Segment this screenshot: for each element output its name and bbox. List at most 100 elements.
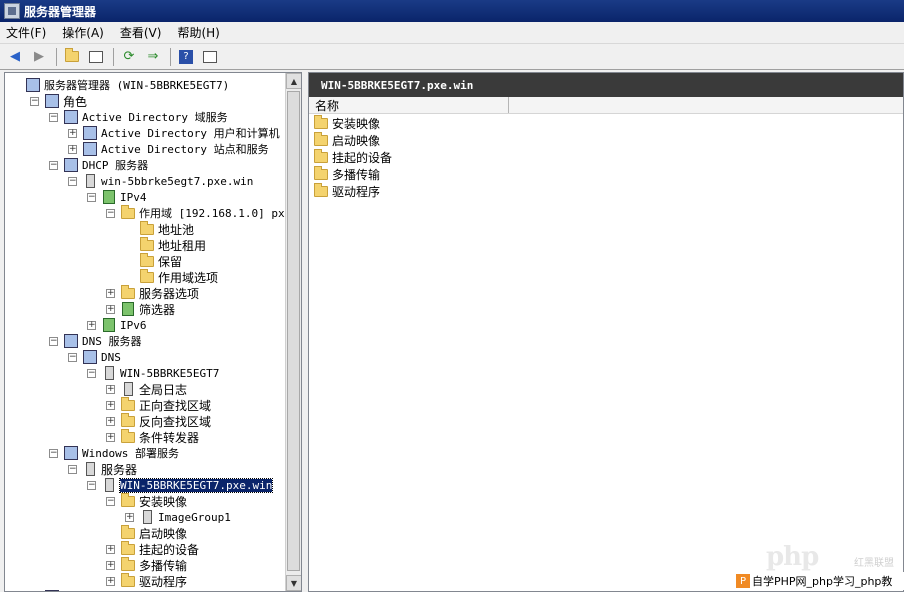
php-logo-icon: P [736,574,750,588]
collapse-icon[interactable]: − [87,368,96,378]
menu-file[interactable]: 文件(F) [6,24,46,41]
expand-icon[interactable]: + [106,384,115,394]
tree-node[interactable]: 地址租用 [125,236,206,253]
collapse-icon[interactable]: − [30,96,39,106]
tree-node[interactable]: 启动映像 [106,524,187,541]
menu-help[interactable]: 帮助(H) [177,24,219,41]
list-item[interactable]: 挂起的设备 [313,149,903,166]
list-item[interactable]: 安装映像 [313,115,903,132]
collapse-icon[interactable]: − [49,112,58,122]
tree-node[interactable]: + 全局日志 [106,381,187,397]
menu-view[interactable]: 查看(V) [120,24,162,41]
collapse-icon[interactable]: − [87,480,96,490]
refresh-button[interactable]: ⟳ [118,47,140,67]
help-button[interactable]: ? [175,47,197,67]
tree-node[interactable]: − IPv4 [87,189,147,205]
window-title: 服务器管理器 [24,4,97,19]
expand-icon[interactable]: + [106,432,115,442]
tree-node[interactable]: − DNS 服务器 [49,333,142,349]
tree-node-label: 作用域 [192.168.1.0] pxe.wi [139,207,302,220]
forward-button[interactable]: ▶ [28,47,50,67]
tree-node[interactable]: + 筛选器 [106,301,175,317]
tree-node[interactable]: + 反向查找区域 [106,412,212,429]
collapse-icon[interactable]: − [68,464,77,474]
expand-icon[interactable]: + [106,400,115,410]
up-level-button[interactable] [61,47,83,67]
collapse-icon[interactable]: − [68,352,77,362]
tree-node[interactable]: + IPv6 [87,317,147,333]
collapse-icon[interactable]: − [49,336,58,346]
scroll-up-arrow[interactable]: ▲ [286,73,301,89]
tree-node[interactable]: + ImageGroup1 [125,509,231,525]
tree-node[interactable]: 地址池 [125,220,194,237]
address-pool-icon [139,220,155,237]
tree-node[interactable]: + 正向查找区域 [106,396,211,413]
tree-node[interactable]: − WIN-5BBRKE5EGT7.pxe.win [87,477,274,493]
tree-node[interactable]: 服务器管理器 (WIN-5BBRKE5EGT7) [11,77,229,93]
collapse-icon[interactable]: − [68,176,77,186]
expand-icon[interactable]: + [106,304,115,314]
tree-node[interactable]: + 服务器选项 [106,284,199,301]
tree-node-label: 驱动程序 [139,574,188,589]
watermark-bar-text: 自学PHP网_php学习_php教 [752,575,893,588]
ipv6-icon [101,317,117,333]
console-tree[interactable]: 服务器管理器 (WIN-5BBRKE5EGT7) − 角色 − Active Direc… [4,72,302,592]
tree-node[interactable]: − 角色 [30,93,87,109]
collapse-icon[interactable]: − [49,448,58,458]
tree-node[interactable]: − WIN-5BBRKE5EGT7 [87,365,219,381]
tree-node[interactable]: − DNS [68,349,121,365]
collapse-icon[interactable]: − [106,208,115,218]
expand-icon[interactable]: + [87,320,96,330]
list-item[interactable]: 驱动程序 [313,183,903,200]
tree-node[interactable]: + Active Directory 站点和服务 [68,141,269,157]
expand-icon[interactable]: + [106,576,115,586]
collapse-icon[interactable]: − [49,160,58,170]
pending-devices-icon [120,540,136,557]
expand-icon[interactable]: + [68,144,77,154]
folder-icon [120,396,136,413]
expand-icon[interactable]: + [106,544,115,554]
tree-node[interactable]: − 安装映像 [106,492,187,509]
tree-node[interactable]: + 驱动程序 [106,572,188,589]
scroll-thumb[interactable] [287,91,300,571]
collapse-icon[interactable]: − [87,192,96,202]
expand-icon[interactable]: + [106,560,115,570]
server-icon [101,477,117,493]
scroll-down-arrow[interactable]: ▼ [286,575,301,591]
back-button[interactable]: ◀ [4,47,26,67]
tree-node[interactable]: − 服务器 [68,461,137,477]
show-hide-tree-button[interactable] [85,47,107,67]
tree-node[interactable]: 保留 [125,252,182,269]
collapse-icon[interactable]: − [106,496,115,506]
expand-icon[interactable]: + [125,512,134,522]
expand-icon[interactable]: + [106,416,115,426]
list-item-label: 挂起的设备 [332,151,393,165]
tree-node-label: 服务器管理器 (WIN-5BBRKE5EGT7) [44,79,230,92]
tree-node[interactable]: − Windows 部署服务 [49,445,179,461]
tree-scrollbar[interactable]: ▲ ▼ [285,73,301,591]
tree-node[interactable]: 作用域选项 [125,268,218,285]
expand-icon[interactable]: + [106,288,115,298]
tree-node[interactable]: − Active Directory 域服务 [49,109,228,125]
tree-node-label: 反向查找区域 [139,414,212,429]
list-item[interactable]: 启动映像 [313,132,903,149]
folder-icon [313,149,329,166]
expand-icon[interactable]: + [68,128,77,138]
tree-node[interactable]: − win-5bbrke5egt7.pxe.win [68,173,253,189]
folder-icon [120,284,136,301]
tree-node[interactable]: + 条件转发器 [106,428,199,445]
export-list-button[interactable]: ⇒ [142,47,164,67]
tree-node[interactable]: + Active Directory 用户和计算机 [68,125,280,141]
tree-node[interactable]: + 挂起的设备 [106,540,199,557]
tree-node-label: 服务器 [101,462,138,477]
action-pane-button[interactable] [199,47,221,67]
server-icon [82,173,98,189]
tree-node[interactable]: − DHCP 服务器 [49,157,148,173]
menu-action[interactable]: 操作(A) [62,24,104,41]
list-item[interactable]: 多播传输 [313,166,903,183]
column-name-header[interactable]: 名称 [309,97,509,113]
tree-node-label: Windows 部署服务 [82,447,179,460]
tree-node[interactable]: + 多播传输 [106,556,187,573]
tree-node[interactable]: − 作用域 [192.168.1.0] pxe.wi [106,204,302,221]
tree-node-label: IPv4 [120,190,147,204]
